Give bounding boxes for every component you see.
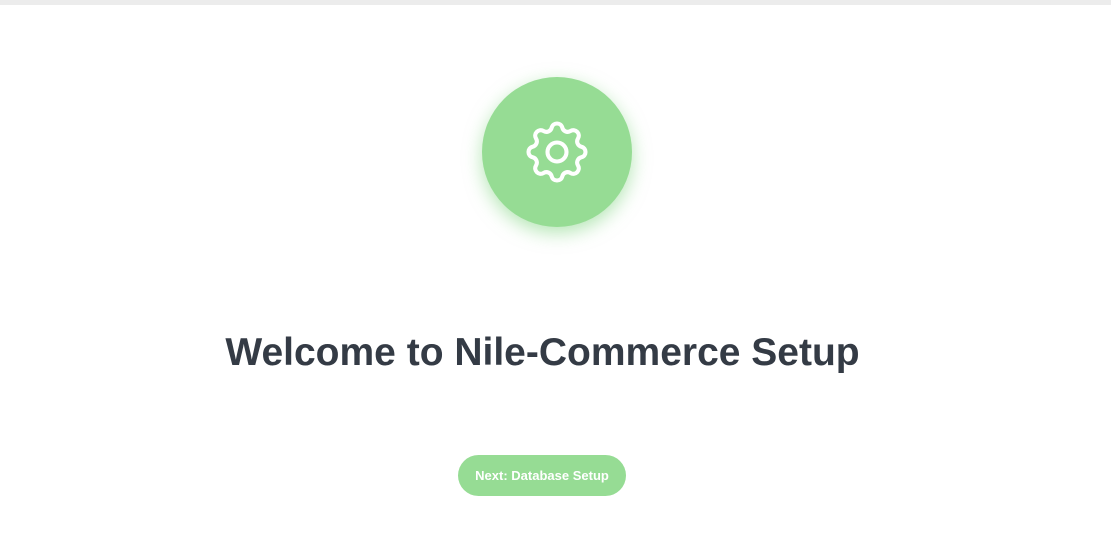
page-title: Welcome to Nile-Commerce Setup [225,331,860,374]
top-bar [0,0,1111,5]
setup-icon-badge [482,77,632,227]
gear-icon [526,121,588,183]
next-database-setup-button[interactable]: Next: Database Setup [458,455,626,496]
setup-page: Welcome to Nile-Commerce Setup Next: Dat… [0,0,1111,537]
